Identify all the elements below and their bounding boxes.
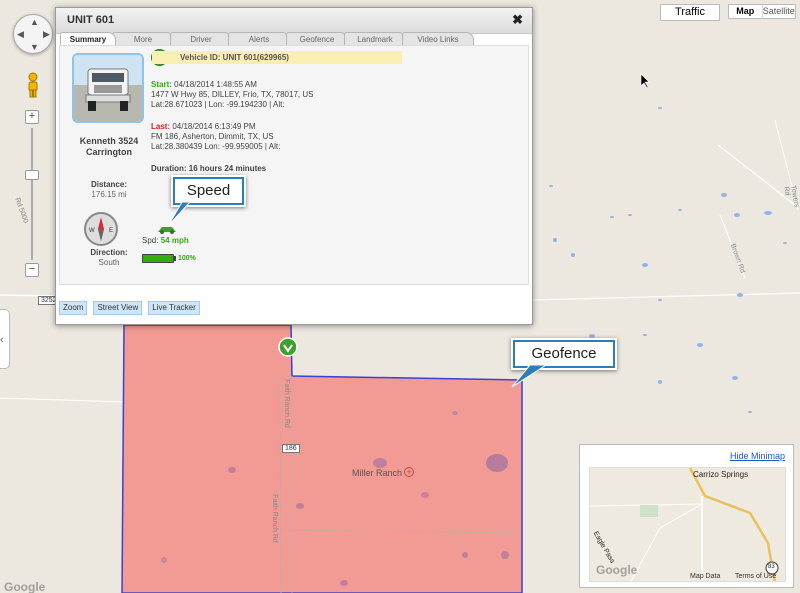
direction-value: South	[98, 258, 120, 267]
svg-text:W: W	[89, 228, 95, 234]
last-address: FM 186, Asherton, Dimmit, TX, US	[151, 132, 274, 141]
close-icon[interactable]: ✖	[512, 12, 523, 28]
speed-readout: Spd: 54 mph	[142, 236, 189, 245]
hide-minimap-link[interactable]: Hide Minimap	[730, 451, 785, 461]
zoom-slider-thumb[interactable]	[25, 170, 39, 180]
vehicle-photo	[72, 53, 144, 123]
speed-callout-pointer	[167, 201, 190, 227]
pan-control[interactable]: ▲ ▼ ◀ ▶	[13, 14, 53, 54]
map-type-control: Map Satellite	[728, 4, 796, 19]
pan-up-icon[interactable]: ▲	[30, 18, 39, 27]
info-window-footer: Zoom Street View Live Tracker	[59, 301, 200, 315]
start-address: 1477 W Hwy 85, DILLEY, Frio, TX, 78017, …	[151, 90, 314, 99]
zoom-button[interactable]: Zoom	[59, 301, 88, 315]
driver-name: Kenneth 3524 Carrington	[79, 136, 139, 157]
start-label: Start:	[151, 80, 172, 89]
compass-icon: W E	[84, 212, 118, 246]
zoom-out-button[interactable]: −	[25, 263, 39, 277]
svg-text:E: E	[109, 228, 113, 234]
start-coords: Lat:28.671023 | Lon: -99.194230 | Alt:	[151, 100, 285, 109]
direction-label: Direction:	[90, 248, 128, 257]
zoom-in-button[interactable]: +	[25, 110, 39, 124]
live-tracker-button[interactable]: Live Tracker	[148, 301, 200, 315]
geofence-callout-pointer	[511, 364, 548, 388]
pan-down-icon[interactable]: ▼	[30, 43, 39, 52]
route-shield: 186	[282, 444, 300, 453]
road-label: Faith Ranch Rd	[270, 494, 278, 543]
last-time: 04/18/2014 6:13:49 PM	[172, 122, 256, 131]
zoom-track[interactable]	[31, 128, 33, 260]
tab-video-links[interactable]: Video Links	[402, 32, 474, 45]
tab-alerts[interactable]: Alerts	[228, 32, 290, 45]
minimap-route-shield: 83	[768, 564, 775, 570]
speed-value: 54 mph	[160, 236, 189, 245]
vehicle-id: Vehicle ID: UNIT 601(629965)	[152, 51, 402, 64]
tab-landmark[interactable]: Landmark	[344, 32, 406, 45]
google-logo: Google	[4, 580, 46, 593]
chevron-left-icon: ‹	[0, 334, 4, 346]
battery-level: 100%	[178, 255, 196, 262]
info-tabs: Summary More Driver Alerts Geofence Land…	[60, 32, 474, 45]
summary-panel: Kenneth 3524 Carrington Distance: 176.15…	[59, 45, 529, 285]
distance-label: Distance:	[90, 180, 127, 189]
start-time: 04/18/2014 1:48:55 AM	[174, 80, 257, 89]
expand-panel-tab[interactable]: ‹	[0, 309, 10, 369]
battery-cap	[174, 256, 176, 261]
road-label: Faith Ranch Rd	[282, 379, 290, 428]
terms-link[interactable]: Terms of Use	[735, 573, 776, 580]
street-view-button[interactable]: Street View	[93, 301, 143, 315]
minimap: Hide Minimap Carrizo Springs Eagle Pass …	[579, 444, 794, 588]
pegman-icon[interactable]	[24, 72, 42, 98]
pan-right-icon[interactable]: ▶	[43, 30, 50, 39]
pan-left-icon[interactable]: ◀	[17, 30, 24, 39]
place-label: Miller Ranch	[352, 468, 403, 478]
minimap-google-logo: Google	[596, 563, 638, 577]
info-window-header: UNIT 601 ✖	[56, 8, 532, 34]
vehicle-info-window: UNIT 601 ✖ Summary More Driver Alerts Ge…	[55, 7, 533, 325]
tab-geofence[interactable]: Geofence	[286, 32, 348, 45]
tab-driver[interactable]: Driver	[170, 32, 232, 45]
last-label: Last:	[151, 122, 171, 131]
map-type-satellite-button[interactable]: Satellite	[763, 5, 796, 18]
last-coords: Lat:28.380439 Lon: -99.959005 | Alt:	[151, 142, 281, 151]
duration: Duration: 16 hours 24 minutes	[151, 164, 267, 173]
speed-label: Spd:	[142, 236, 159, 245]
minimap-city: Carrizo Springs	[693, 470, 749, 479]
tab-more[interactable]: More	[112, 32, 174, 45]
distance-value: 176.15 mi	[91, 190, 127, 199]
map-type-map-button[interactable]: Map	[729, 5, 763, 18]
battery-icon	[142, 254, 174, 263]
traffic-button[interactable]: Traffic	[660, 4, 720, 21]
start-info: Start: 04/18/2014 1:48:55 AM 1477 W Hwy …	[151, 80, 313, 110]
info-window-title: UNIT 601	[67, 14, 115, 26]
landmark-icon: +	[404, 467, 414, 477]
tab-summary[interactable]: Summary	[60, 32, 116, 45]
map-data-link[interactable]: Map Data	[690, 573, 720, 580]
last-info: Last: 04/18/2014 6:13:49 PM FM 186, Ashe…	[151, 122, 280, 152]
minimap-canvas[interactable]: Carrizo Springs Eagle Pass 83 Google Map…	[589, 467, 786, 582]
